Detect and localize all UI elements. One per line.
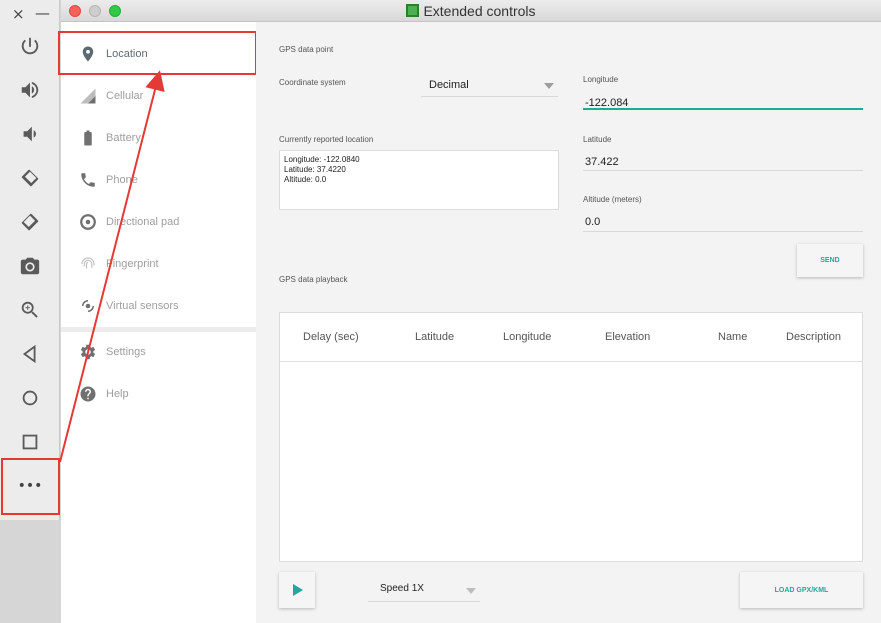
play-button[interactable] (279, 572, 315, 608)
sidebar-item-label: Fingerprint (106, 258, 159, 270)
extended-controls-window: Extended controls Location Cellular Batt… (58, 0, 881, 623)
camera-icon[interactable] (14, 250, 46, 282)
sidebar-item-cellular[interactable]: Cellular (61, 75, 256, 117)
play-icon (293, 584, 303, 596)
column-header-elevation[interactable]: Elevation (605, 331, 650, 343)
location-panel: GPS data point Coordinate system Decimal… (256, 22, 881, 623)
app-icon (406, 4, 420, 17)
reported-altitude: Altitude: 0.0 (284, 175, 327, 184)
power-icon[interactable] (14, 30, 46, 62)
coordinate-system-value: Decimal (429, 79, 469, 91)
screen: × — ••• Extended controls Location Cellu… (0, 0, 881, 623)
sidebar-item-label: Directional pad (106, 216, 180, 228)
volume-up-icon[interactable] (14, 74, 46, 106)
zoom-icon[interactable] (14, 294, 46, 326)
column-header-name[interactable]: Name (718, 331, 747, 343)
title-bar: Extended controls (61, 0, 881, 22)
gps-data-point-title: GPS data point (279, 45, 334, 54)
toolbar-window-controls: × — (0, 4, 60, 23)
battery-icon (84, 130, 92, 146)
speed-value: Speed 1X (380, 583, 424, 594)
longitude-underline (583, 108, 863, 110)
side-navigation: Location Cellular Battery Phone Directio… (58, 22, 257, 623)
reported-location-box: Longitude: -122.0840 Latitude: 37.4220 A… (279, 150, 559, 210)
rotate-right-icon[interactable] (14, 206, 46, 238)
more-highlight-box (1, 458, 60, 515)
table-header: Delay (sec) Latitude Longitude Elevation… (280, 313, 862, 362)
latitude-label: Latitude (583, 135, 612, 144)
playback-table: Delay (sec) Latitude Longitude Elevation… (279, 312, 863, 562)
altitude-underline (583, 231, 863, 232)
reported-longitude: Longitude: -122.0840 (284, 155, 360, 164)
sidebar-item-label: Phone (106, 174, 138, 186)
sidebar-item-battery[interactable]: Battery (61, 117, 256, 159)
signal-icon (80, 88, 96, 104)
window-title: Extended controls (423, 3, 536, 19)
sidebar-item-settings[interactable]: Settings (61, 331, 256, 373)
coordinate-system-select[interactable]: Decimal (421, 75, 558, 97)
latitude-underline (583, 170, 863, 171)
window-title-wrap: Extended controls (61, 3, 881, 19)
column-header-description[interactable]: Description (786, 331, 841, 343)
load-gpx-kml-button[interactable]: LOAD GPX/KML (740, 572, 863, 608)
sidebar-item-virtual-sensors[interactable]: Virtual sensors (61, 285, 256, 327)
overview-icon[interactable] (14, 426, 46, 458)
location-highlight-box (58, 31, 257, 75)
column-header-delay[interactable]: Delay (sec) (303, 331, 359, 343)
emulator-toolbar: × — ••• (0, 0, 60, 623)
send-button[interactable]: SEND (797, 244, 863, 277)
sidebar-item-label: Battery (106, 132, 141, 144)
sidebar-item-label: Settings (106, 346, 146, 358)
close-icon[interactable]: × (12, 5, 25, 23)
column-header-longitude[interactable]: Longitude (503, 331, 551, 343)
reported-latitude: Latitude: 37.4220 (284, 165, 346, 174)
coordinate-system-label: Coordinate system (279, 78, 346, 87)
dpad-icon (80, 214, 96, 230)
coordinate-system-underline (421, 96, 558, 97)
phone-icon (81, 173, 95, 187)
speed-select[interactable]: Speed 1X (368, 580, 480, 602)
reported-location-label: Currently reported location (279, 135, 374, 144)
sidebar-item-directional-pad[interactable]: Directional pad (61, 201, 256, 243)
longitude-label: Longitude (583, 75, 619, 84)
toolbar-background (0, 520, 60, 623)
back-icon[interactable] (14, 338, 46, 370)
volume-down-icon[interactable] (14, 118, 46, 150)
chevron-down-icon (466, 588, 476, 594)
sidebar-item-help[interactable]: Help (61, 373, 256, 415)
gps-playback-title: GPS data playback (279, 275, 348, 284)
minimize-icon[interactable]: — (35, 4, 50, 22)
fingerprint-icon (81, 257, 95, 269)
sidebar-item-phone[interactable]: Phone (61, 159, 256, 201)
altitude-field[interactable]: 0.0 (585, 216, 600, 228)
sidebar-item-label: Cellular (106, 90, 144, 102)
chevron-down-icon (544, 83, 554, 89)
column-header-latitude[interactable]: Latitude (415, 331, 454, 343)
sidebar-item-fingerprint[interactable]: Fingerprint (61, 243, 256, 285)
sensors-icon (82, 300, 94, 312)
home-icon[interactable] (14, 382, 46, 414)
sidebar-item-label: Virtual sensors (106, 300, 179, 312)
sidebar-item-label: Help (106, 388, 129, 400)
rotate-left-icon[interactable] (14, 162, 46, 194)
gear-icon (80, 344, 96, 360)
help-icon (80, 386, 96, 402)
altitude-label: Altitude (meters) (583, 195, 642, 204)
latitude-field[interactable]: 37.422 (585, 156, 619, 168)
